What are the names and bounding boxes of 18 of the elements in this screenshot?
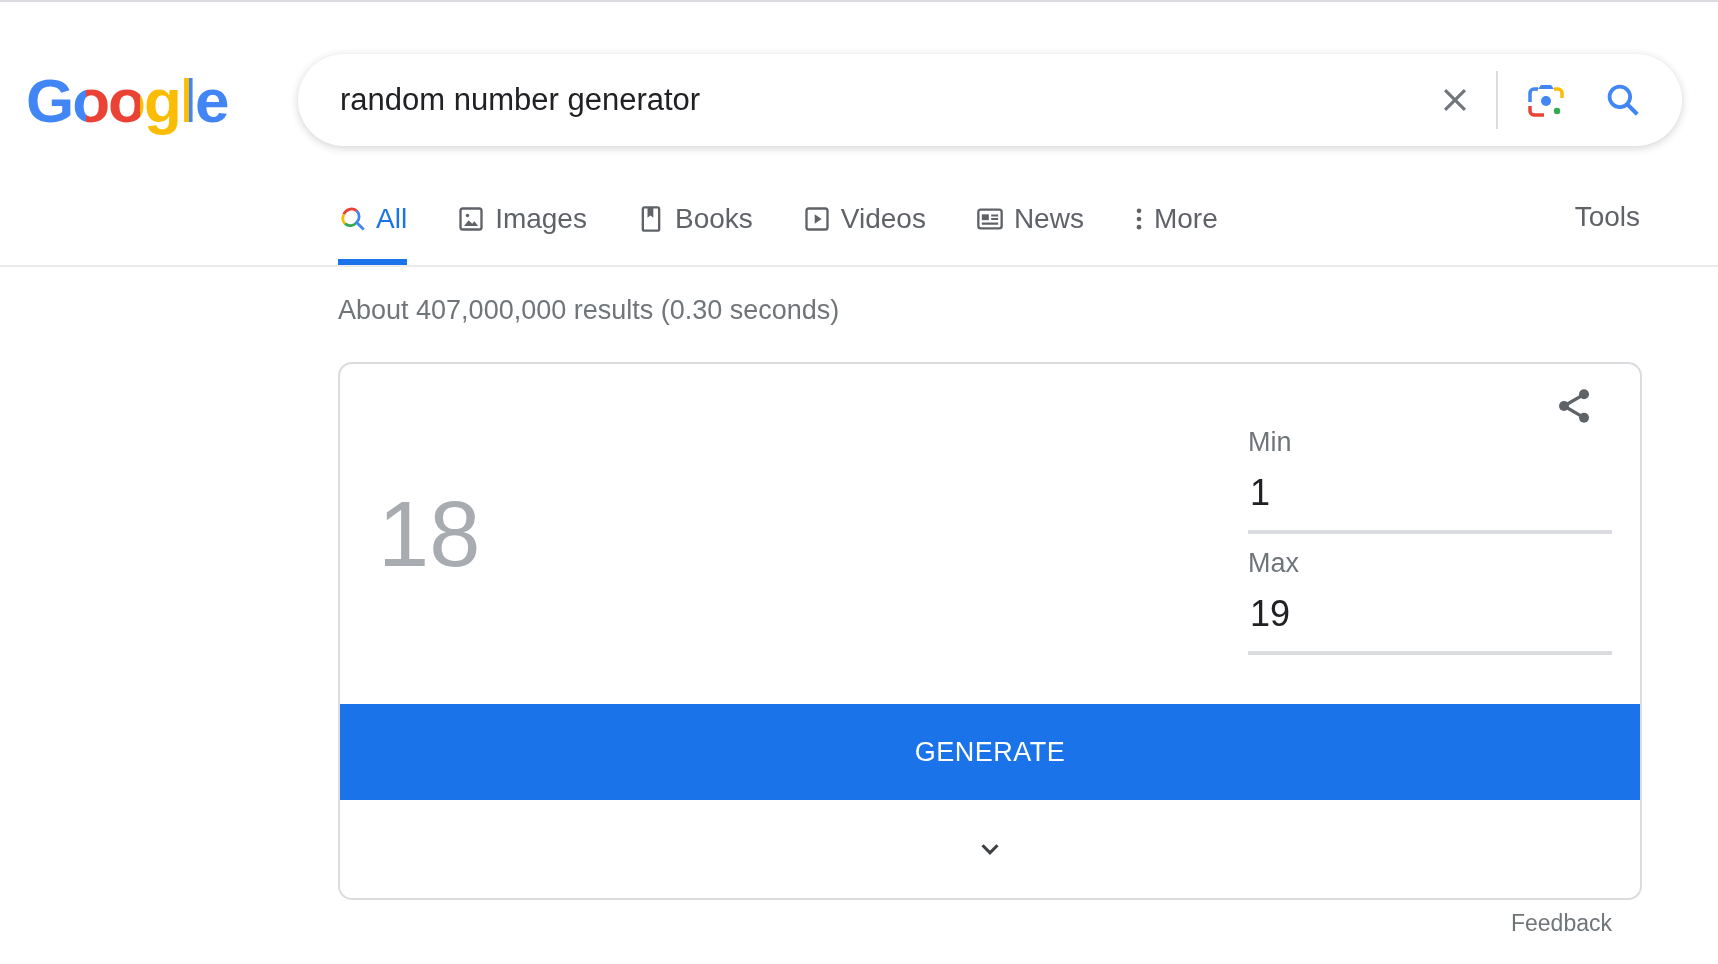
tab[interactable]: Videos xyxy=(802,172,926,265)
min-label: Min xyxy=(1248,427,1293,458)
tab[interactable]: News xyxy=(975,172,1084,265)
tools-link[interactable]: Tools xyxy=(1574,172,1640,265)
search-input[interactable]: random number generator xyxy=(338,81,1438,119)
image-icon xyxy=(457,204,486,233)
min-input[interactable]: 1 xyxy=(1248,458,1612,534)
max-label: Max xyxy=(1248,548,1300,579)
tab[interactable]: Images xyxy=(457,172,587,265)
generate-button[interactable]: GENERATE xyxy=(340,704,1640,800)
tab[interactable]: More xyxy=(1133,172,1218,265)
result-stats: About 407,000,000 results (0.30 seconds) xyxy=(338,295,841,326)
tab[interactable]: Books xyxy=(636,172,753,265)
max-input[interactable]: 19 xyxy=(1248,579,1612,655)
generated-number: 18 xyxy=(378,481,482,587)
play-icon xyxy=(802,204,831,233)
tab[interactable]: All xyxy=(338,172,408,265)
feedback-link[interactable]: Feedback xyxy=(1511,910,1612,937)
